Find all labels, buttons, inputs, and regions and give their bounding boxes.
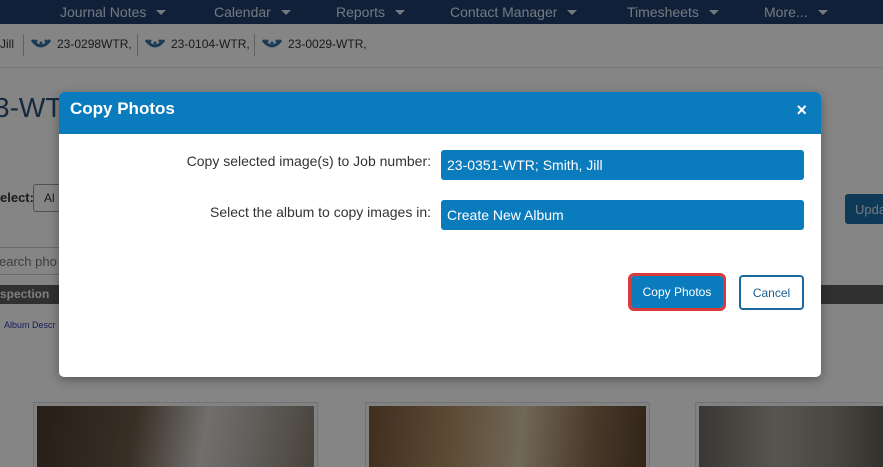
album-select-field[interactable]: Create New Album	[441, 200, 804, 230]
dialog-title: Copy Photos	[70, 99, 175, 118]
close-icon[interactable]: ×	[796, 101, 807, 119]
job-number-label: Copy selected image(s) to Job number:	[186, 153, 431, 169]
album-label: Select the album to copy images in:	[209, 204, 431, 220]
copy-photos-dialog: Copy Photos × Copy selected image(s) to …	[59, 92, 821, 377]
cancel-button[interactable]: Cancel	[739, 275, 804, 310]
dialog-header: Copy Photos ×	[59, 92, 821, 134]
job-number-field[interactable]: 23-0351-WTR; Smith, Jill	[441, 150, 804, 180]
copy-photos-button[interactable]: Copy Photos	[628, 273, 726, 311]
